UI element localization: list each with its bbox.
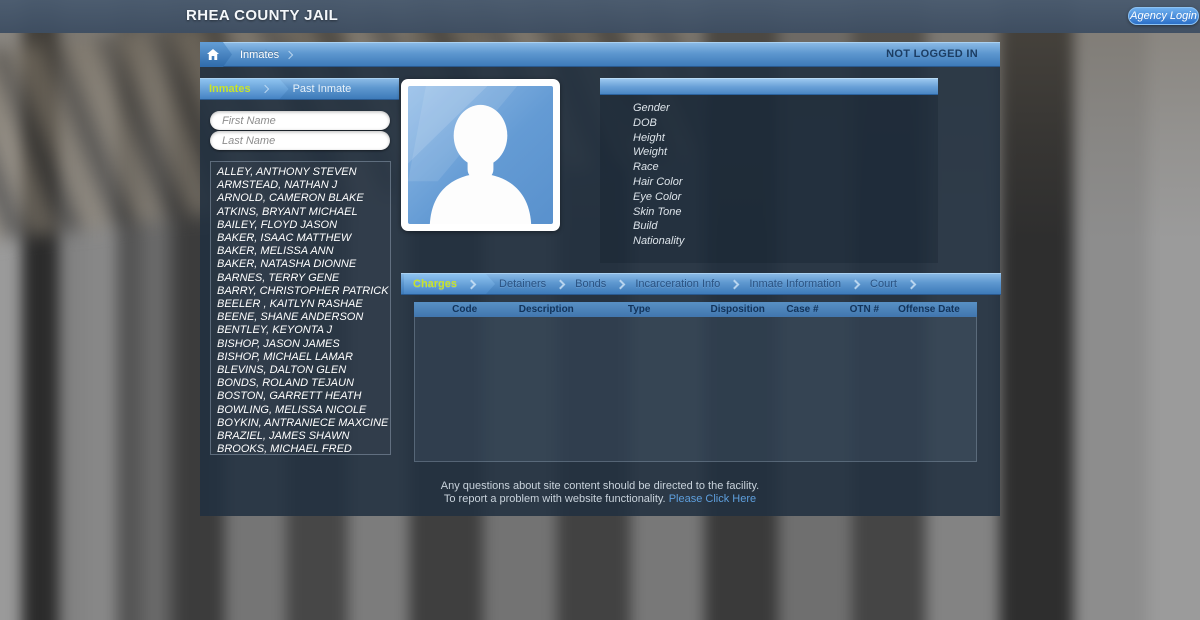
inmate-list-item[interactable]: BOSTON, GARRETT HEATH [211,390,390,403]
inmate-list-item[interactable]: BEELER , KAITLYN RASHAE [211,298,390,311]
charges-table-header: Code Description Type Disposition Case #… [414,302,977,317]
search-panel-tab[interactable]: Past Inmate [289,79,356,99]
detail-label: Hair Color [633,175,683,188]
inmate-list-item[interactable]: ARMSTEAD, NATHAN J [211,179,390,192]
column-header: Description [518,304,574,315]
inmate-list-item[interactable]: ALLEY, ANTHONY STEVEN [211,166,390,179]
breadcrumb-item-inmates[interactable]: Inmates [240,49,279,61]
column-header: Offense Date [898,304,960,315]
column-header: Code [452,304,478,315]
inmate-list-item[interactable]: BISHOP, JASON JAMES [211,338,390,351]
details-header-bar [600,78,938,95]
record-tab[interactable]: Incarceration Info [631,274,745,294]
inmate-list-item[interactable]: ARNOLD, CAMERON BLAKE [211,192,390,205]
detail-label: Build [633,220,658,233]
footer-line2-text: To report a problem with website functio… [443,493,666,505]
chevron-icon [467,279,477,289]
search-panel-tabs: Inmates Past Inmate [200,78,399,100]
charges-table: Code Description Type Disposition Case #… [414,302,977,462]
record-tab[interactable]: Bonds [571,274,631,294]
chevron-icon [555,279,566,289]
page-title: RHEA COUNTY JAIL [186,7,339,24]
inmate-list-item[interactable]: BENTLEY, KEYONTA J [211,324,390,337]
detail-label: DOB [633,116,657,129]
column-header: OTN # [849,304,880,315]
inmate-list: ALLEY, ANTHONY STEVEN ARMSTEAD, NATHAN J… [210,161,391,455]
detail-label: Height [633,131,665,144]
detail-label: Nationality [633,235,685,248]
login-status: NOT LOGGED IN [886,48,978,60]
detail-label: Gender [633,102,670,114]
detail-label: Weight [633,146,668,159]
report-problem-link[interactable]: Please Click Here [669,493,756,505]
inmate-list-item[interactable]: BAILEY, FLOYD JASON [211,219,390,232]
details-labels: Gender DOB Height Weight Race Hair Color… [600,101,938,249]
chevron-icon [850,279,861,289]
tab-label: Inmates [209,83,251,95]
inmate-list-item[interactable]: BROOKS, MICHAEL FRED [211,443,390,454]
record-tab[interactable]: Charges [404,274,495,294]
inmate-list-item[interactable]: BONDS, ROLAND TEJAUN [211,377,390,390]
inmate-details-panel: Gender DOB Height Weight Race Hair Color… [600,78,938,263]
tab-label: Bonds [575,278,607,290]
inmate-photo-placeholder [401,79,560,231]
last-name-input[interactable] [210,131,390,150]
chevron-icon [615,279,626,289]
first-name-input[interactable] [210,111,390,130]
tab-label: Inmate Information [749,278,842,290]
charges-table-body [414,317,977,462]
inmate-list-item[interactable]: BEENE, SHANE ANDERSON [211,311,390,324]
chevron-icon [284,50,294,59]
top-header-bar: RHEA COUNTY JAIL Agency Login [0,0,1200,33]
inmate-list-item[interactable]: BAKER, NATASHA DIONNE [211,258,390,271]
search-panel-tab[interactable]: Inmates [200,79,289,99]
tab-label: Incarceration Info [635,278,721,290]
inmate-list-item[interactable]: BARRY, CHRISTOPHER PATRICK [211,285,390,298]
record-tab[interactable]: Detainers [495,274,571,294]
column-header: Disposition [710,304,765,315]
chevron-icon [729,279,740,289]
breadcrumb: Inmates NOT LOGGED IN [200,42,1000,67]
detail-label: Skin Tone [633,205,682,218]
inmate-list-item[interactable]: BISHOP, MICHAEL LAMAR [211,351,390,364]
detail-label: Eye Color [633,190,682,203]
inmate-list-item[interactable]: BLEVINS, DALTON GLEN [211,364,390,377]
record-tab[interactable]: Court [866,274,922,294]
person-silhouette-icon [408,86,553,224]
record-tabs: Charges Detainers Bonds Incarceration In… [401,273,1001,295]
record-tab[interactable]: Inmate Information [745,274,866,294]
inmate-list-item[interactable]: BOWLING, MELISSA NICOLE [211,404,390,417]
detail-label: Race [633,161,659,174]
inmate-list-item[interactable]: BAKER, ISAAC MATTHEW [211,232,390,245]
tab-label: Court [870,278,897,290]
inmate-list-item[interactable]: BOYKIN, ANTRANIECE MAXCINE [211,417,390,430]
inmate-list-item[interactable]: BAKER, MELISSA ANN [211,245,390,258]
inmate-list-item[interactable]: BRAZIEL, JAMES SHAWN [211,430,390,443]
footer-line2: To report a problem with website functio… [200,493,1000,506]
tab-label: Detainers [499,278,547,290]
column-header: Type [627,304,651,315]
chevron-icon [260,85,268,93]
tab-label: Past Inmate [292,83,352,95]
chevron-icon [906,279,917,289]
footer-line1: Any questions about site content should … [440,480,760,492]
tab-label: Charges [413,278,458,290]
inmate-list-item[interactable]: BARNES, TERRY GENE [211,272,390,285]
column-header: Case # [786,304,819,315]
site-footer: Any questions about site content should … [200,480,1000,506]
home-icon [207,49,219,60]
agency-login-button[interactable]: Agency Login [1128,7,1199,25]
home-button[interactable] [200,42,232,67]
inmate-list-item[interactable]: ATKINS, BRYANT MICHAEL [211,206,390,219]
